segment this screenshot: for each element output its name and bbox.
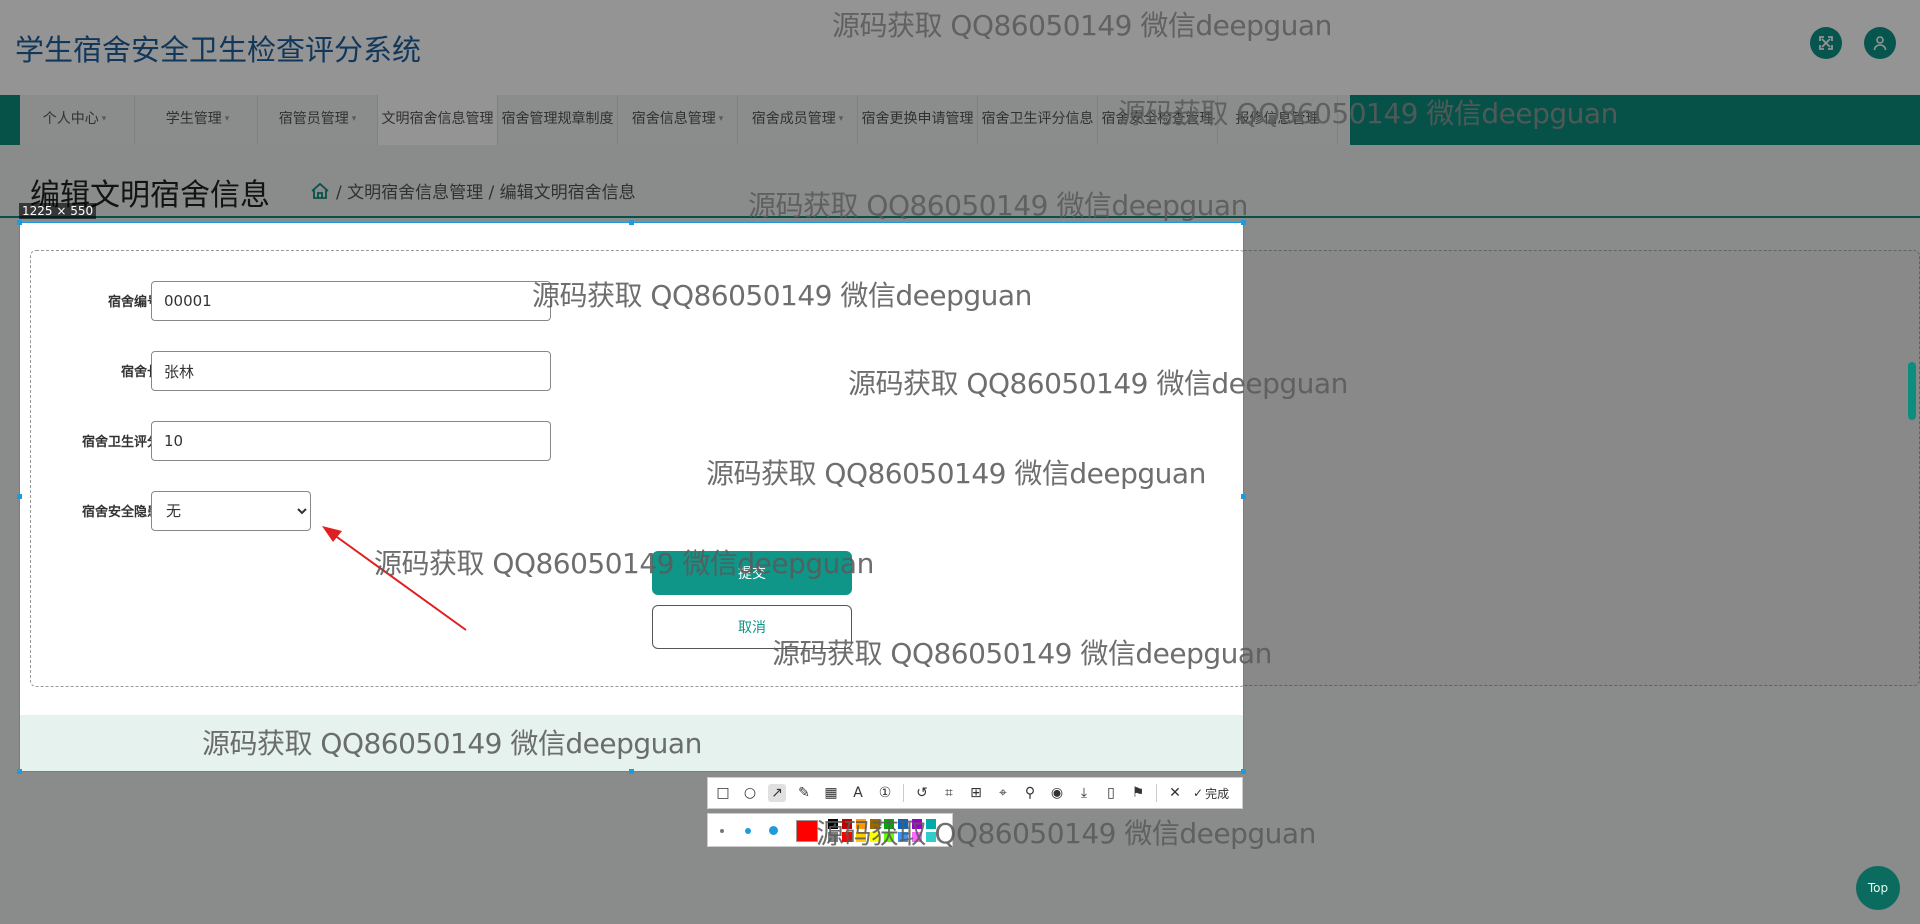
done-button[interactable]: ✓ 完成 xyxy=(1193,785,1229,802)
color-swatch[interactable] xyxy=(842,832,852,842)
check-icon: ✓ xyxy=(1193,786,1204,800)
ocr-icon[interactable]: ⌗ xyxy=(940,784,958,802)
color-swatch[interactable] xyxy=(828,832,838,842)
current-color-swatch[interactable] xyxy=(796,820,818,842)
color-palette xyxy=(707,813,953,847)
brush-size-small[interactable] xyxy=(720,829,724,833)
pin-icon[interactable]: ⚲ xyxy=(1021,784,1039,802)
ellipse-icon[interactable]: ○ xyxy=(741,784,759,802)
toolbar-divider xyxy=(1156,784,1157,802)
record-icon[interactable]: ◉ xyxy=(1048,784,1066,802)
color-swatch[interactable] xyxy=(856,832,866,842)
arrow-icon[interactable]: ↗ xyxy=(768,784,786,802)
rectangle-icon[interactable]: □ xyxy=(714,784,732,802)
undo-icon[interactable]: ↺ xyxy=(913,784,931,802)
color-swatch[interactable] xyxy=(842,819,852,829)
color-swatch[interactable] xyxy=(898,819,908,829)
color-swatch[interactable] xyxy=(884,819,894,829)
color-swatch[interactable] xyxy=(828,819,838,829)
scan-icon[interactable]: ⌖ xyxy=(994,784,1012,802)
copy-icon[interactable]: ▯ xyxy=(1102,784,1120,802)
brush-size-medium[interactable] xyxy=(745,828,751,834)
color-swatch[interactable] xyxy=(912,819,922,829)
translate-icon[interactable]: ⊞ xyxy=(967,784,985,802)
toolbar-divider xyxy=(903,784,904,802)
number-icon[interactable]: ① xyxy=(876,784,894,802)
done-label: 完成 xyxy=(1205,786,1230,801)
save-icon[interactable]: ⤓ xyxy=(1075,784,1093,802)
color-swatch[interactable] xyxy=(898,832,908,842)
color-swatch[interactable] xyxy=(856,819,866,829)
color-swatch[interactable] xyxy=(884,832,894,842)
scrollbar-thumb[interactable] xyxy=(1908,362,1916,420)
color-swatch[interactable] xyxy=(912,832,922,842)
text-icon[interactable]: A xyxy=(849,784,867,802)
mosaic-icon[interactable]: ▦ xyxy=(822,784,840,802)
close-icon[interactable]: ✕ xyxy=(1166,784,1184,802)
color-swatch[interactable] xyxy=(926,832,936,842)
color-swatch[interactable] xyxy=(926,819,936,829)
capture-toolbar: □ ○ ↗ ✎ ▦ A ① ↺ ⌗ ⊞ ⌖ ⚲ ◉ ⤓ ▯ ⚑ ✕ ✓ 完成 xyxy=(707,777,1243,809)
color-swatch[interactable] xyxy=(870,819,880,829)
pen-icon[interactable]: ✎ xyxy=(795,784,813,802)
bookmark-icon[interactable]: ⚑ xyxy=(1129,784,1147,802)
color-swatch[interactable] xyxy=(870,832,880,842)
brush-size-large[interactable] xyxy=(769,826,778,835)
scroll-top-button[interactable]: Top xyxy=(1856,866,1900,910)
